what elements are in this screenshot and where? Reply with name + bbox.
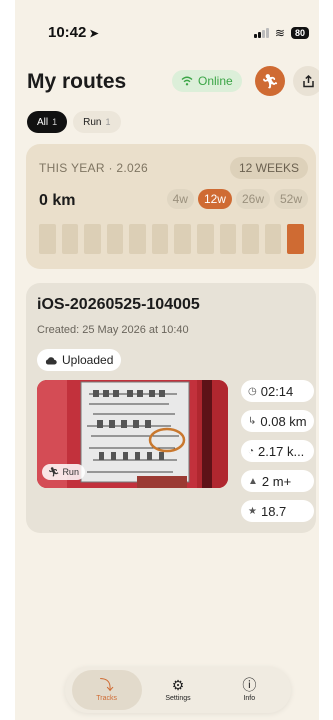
tab-info[interactable]: ⓘ Info — [214, 670, 284, 710]
cloud-icon — [45, 356, 57, 364]
stat-value: 2 m+ — [261, 473, 292, 489]
tab-bar: ⤵ Tracks ⚙ Settings ⓘ Info — [65, 667, 291, 713]
filter-all[interactable]: All 1 — [27, 111, 68, 133]
weekly-bars — [39, 224, 304, 254]
tab-tracks[interactable]: ⤵ Tracks — [71, 670, 142, 710]
route-stats: ◷ 02:14 ↳ 0.08 km ◔ 2.17 k... ▲ 2 m+ ★ 18.7 — [241, 380, 314, 522]
range-52w[interactable]: 52w — [273, 189, 308, 209]
range-4w[interactable]: 4w — [166, 189, 194, 209]
stat-value: 02:14 — [260, 383, 294, 399]
wifi-icon: ≋ — [274, 26, 285, 40]
upload-status-label: Uploaded — [62, 353, 114, 367]
week-bar — [174, 224, 192, 254]
route-created-date: Created: 25 May 2026 at 10:40 — [37, 324, 189, 336]
route-card[interactable]: iOS-20260525-104005 Created: 25 May 2026… — [26, 283, 316, 533]
route-icon: ↳ — [248, 415, 257, 427]
week-bar — [219, 224, 237, 254]
page-title: My routes — [27, 70, 127, 93]
upload-status-badge: Uploaded — [37, 349, 122, 371]
export-button[interactable] — [293, 66, 319, 96]
stat-elevation: ▲ 2 m+ — [241, 470, 314, 492]
stat-value: 2.17 k... — [258, 443, 305, 459]
tracks-icon: ⤵ — [99, 677, 114, 693]
tab-label: Settings — [165, 695, 191, 702]
online-status-badge[interactable]: Online — [172, 70, 242, 92]
week-bar — [106, 224, 124, 254]
tab-settings[interactable]: ⚙ Settings — [143, 670, 213, 710]
route-name: iOS-20260525-104005 — [37, 296, 200, 313]
activity-label: Run — [62, 467, 79, 477]
app-screen: 10:42 ➤ ≋ 80 My routes Online 🏃︎ All 1 Ru… — [15, 0, 319, 720]
status-time: 10:42 ➤ — [48, 24, 99, 41]
week-bar — [129, 224, 146, 254]
star-icon: ★ — [248, 505, 257, 517]
filter-chips: All 1 Run 1 — [27, 111, 121, 133]
week-bar — [242, 224, 259, 254]
week-bar — [84, 224, 101, 254]
info-icon: ⓘ — [242, 677, 257, 693]
weeks-badge: 12 WEEKS — [229, 157, 308, 179]
battery-icon: 80 — [290, 27, 309, 39]
year-distance: 0 km — [39, 192, 76, 209]
route-photo[interactable]: 🏃︎ Run — [37, 380, 228, 488]
range-selector: 4w 12w 26w 52w — [166, 189, 308, 209]
stat-pace: ◔ 2.17 k... — [241, 440, 314, 462]
stat-value: 18.7 — [260, 503, 287, 519]
week-bar — [287, 224, 304, 254]
tab-label: Tracks — [96, 695, 118, 702]
runner-icon: 🏃︎ — [261, 72, 279, 89]
export-icon — [302, 74, 314, 87]
clock-icon: ◷ — [248, 385, 257, 397]
location-arrow-icon: ➤ — [89, 28, 99, 40]
wifi-icon — [181, 76, 193, 86]
stat-duration: ◷ 02:14 — [241, 380, 314, 402]
status-right: ≋ 80 — [253, 26, 309, 40]
filter-label: Run — [83, 116, 102, 128]
stat-score: ★ 18.7 — [241, 500, 314, 522]
filter-count: 1 — [52, 117, 58, 127]
stat-value: 0.08 km — [260, 413, 307, 429]
stat-distance: ↳ 0.08 km — [241, 410, 314, 432]
week-bar — [197, 224, 214, 254]
week-bar — [151, 224, 169, 254]
filter-run[interactable]: Run 1 — [73, 111, 121, 133]
week-bar — [61, 224, 79, 254]
range-12w[interactable]: 12w — [197, 189, 232, 209]
pace-icon: ◔ — [248, 445, 255, 457]
week-bar — [39, 224, 56, 254]
record-run-button[interactable]: 🏃︎ — [255, 66, 285, 96]
online-label: Online — [198, 74, 233, 88]
week-bar — [264, 224, 282, 254]
tab-label: Info — [243, 695, 256, 702]
signal-icon — [253, 28, 269, 38]
status-bar: 10:42 ➤ ≋ 80 — [15, 24, 319, 44]
range-26w[interactable]: 26w — [235, 189, 270, 209]
filter-count: 1 — [105, 117, 111, 127]
year-summary-card: THIS YEAR · 2.026 12 WEEKS 0 km 4w 12w 2… — [26, 144, 316, 269]
elevation-icon: ▲ — [248, 475, 258, 487]
gear-icon: ⚙ — [171, 677, 185, 693]
filter-label: All — [37, 116, 49, 128]
activity-badge: 🏃︎ Run — [42, 464, 85, 480]
runner-icon: 🏃︎ — [48, 466, 60, 477]
year-label: THIS YEAR · 2.026 — [39, 161, 148, 175]
